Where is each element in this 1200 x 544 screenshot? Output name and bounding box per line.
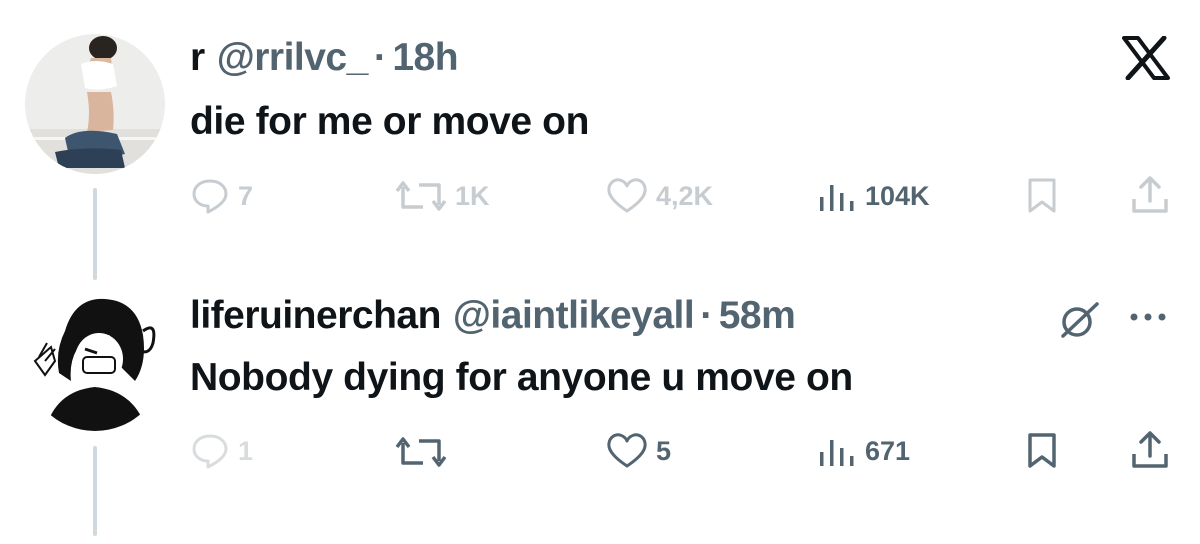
avatar[interactable] [25,291,165,431]
tweet-1[interactable]: r @rrilvc_ · 18h die for me or move on 7… [0,0,1200,280]
reply-button[interactable]: 1 [190,432,253,470]
reply-icon [192,179,228,214]
like-button[interactable]: 4,2K [606,177,713,215]
separator-dot: · [700,294,713,337]
avatar[interactable] [25,34,165,174]
like-icon [607,433,647,468]
display-name[interactable]: r [190,36,205,80]
tweet-header: liferuinerchan @iaintlikeyall · 58m [190,294,796,338]
timestamp[interactable]: 58m [719,294,796,338]
share-button[interactable] [1130,430,1170,475]
like-button[interactable]: 5 [606,432,671,470]
more-button[interactable] [1128,310,1168,328]
bookmark-icon [1028,433,1056,468]
like-count: 4,2K [656,180,714,211]
thread-line [93,446,97,536]
share-icon [1132,176,1168,213]
share-icon [1132,431,1168,468]
grok-button[interactable] [1057,300,1101,345]
thread-line [93,188,97,280]
timestamp[interactable]: 18h [392,36,458,80]
reply-button[interactable]: 7 [190,177,253,215]
bookmark-button[interactable] [1026,432,1058,475]
more-icon [1130,313,1166,321]
tweet-text: die for me or move on [190,100,590,143]
like-count: 5 [656,435,672,466]
repost-button[interactable] [395,433,447,476]
tweet-2[interactable]: liferuinerchan @iaintlikeyall · 58m Nobo… [0,270,1200,544]
views-icon [820,185,854,211]
tweet-header: r @rrilvc_ · 18h [190,36,459,80]
views-count: 671 [865,435,911,466]
separator-dot: · [373,36,387,79]
repost-icon [395,181,447,211]
views-count: 104K [865,180,930,211]
user-handle[interactable]: @iaintlikeyall [453,294,695,338]
views-icon [820,440,854,466]
tweet-text: Nobody dying for anyone u move on [190,356,853,399]
display-name[interactable]: liferuinerchan [190,294,441,338]
user-handle[interactable]: @rrilvc_ [217,36,369,80]
reply-count: 1 [238,435,254,466]
share-button[interactable] [1130,175,1170,220]
bookmark-icon [1028,178,1056,213]
reply-count: 7 [238,180,254,211]
views-button[interactable]: 671 [817,432,910,470]
repost-button[interactable]: 1K [395,177,490,215]
bookmark-button[interactable] [1026,177,1058,220]
repost-icon [395,437,447,467]
reply-icon [192,434,228,469]
like-icon [607,178,647,213]
views-button[interactable]: 104K [817,177,930,215]
grok-icon [1061,302,1099,338]
repost-count: 1K [455,180,490,211]
